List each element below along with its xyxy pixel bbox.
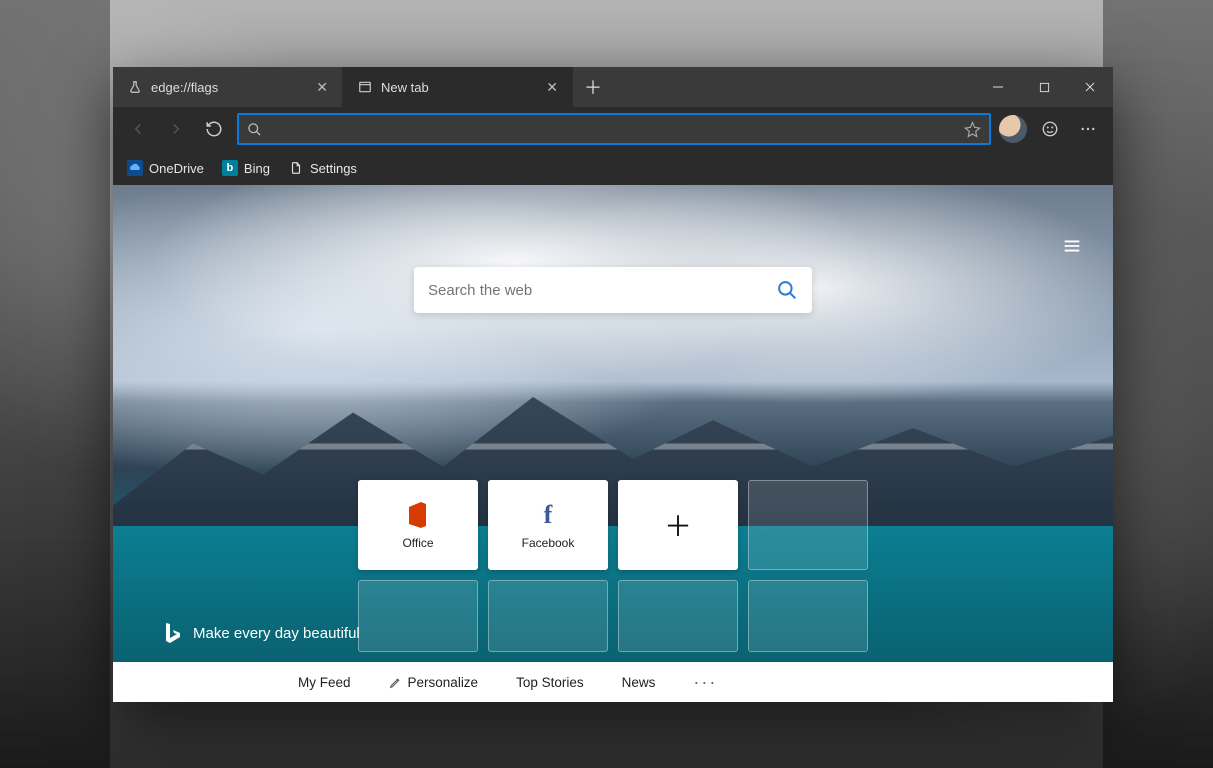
feed-label: News <box>622 675 656 690</box>
tile-placeholder[interactable] <box>488 580 608 652</box>
tile-label: Office <box>402 536 433 550</box>
favorite-star-button[interactable] <box>964 121 981 138</box>
flask-icon <box>127 79 143 95</box>
new-tab-page: Office f Facebook ＋ Make every day beaut… <box>113 185 1113 702</box>
close-tab-button[interactable]: ✕ <box>312 75 332 100</box>
search-icon[interactable] <box>776 279 798 301</box>
tile-office[interactable]: Office <box>358 480 478 570</box>
tab-bar: edge://flags ✕ New tab ✕ ＋ <box>113 67 1113 107</box>
favorites-bar: OneDrive b Bing Settings <box>113 151 1113 185</box>
feedback-button[interactable] <box>1035 114 1065 144</box>
more-menu-button[interactable] <box>1073 114 1103 144</box>
bing-tagline[interactable]: Make every day beautiful <box>163 622 360 644</box>
tab-new-tab[interactable]: New tab ✕ <box>343 67 573 107</box>
favorite-label: Settings <box>310 161 357 176</box>
feed-tab-personalize[interactable]: Personalize <box>389 675 479 690</box>
quick-links-row-2 <box>358 580 868 652</box>
feed-more-button[interactable]: ··· <box>693 672 717 693</box>
feed-label: Personalize <box>408 675 479 690</box>
favorite-bing[interactable]: b Bing <box>222 160 270 176</box>
profile-avatar[interactable] <box>999 115 1027 143</box>
bing-icon <box>163 622 181 644</box>
tile-placeholder[interactable] <box>748 480 868 570</box>
feed-bar: My Feed Personalize Top Stories News ··· <box>113 662 1113 702</box>
maximize-button[interactable] <box>1021 67 1067 107</box>
feed-label: Top Stories <box>516 675 584 690</box>
search-icon <box>247 122 262 137</box>
feed-tab-top-stories[interactable]: Top Stories <box>516 675 584 690</box>
plus-icon: ＋ <box>664 510 692 540</box>
tile-facebook[interactable]: f Facebook <box>488 480 608 570</box>
favorite-label: Bing <box>244 161 270 176</box>
pencil-icon <box>389 676 402 689</box>
facebook-icon: f <box>544 500 553 530</box>
bing-tagline-text: Make every day beautiful <box>193 625 360 642</box>
address-bar[interactable] <box>237 113 991 145</box>
web-search-input[interactable] <box>428 282 776 299</box>
tab-label: edge://flags <box>151 80 218 95</box>
quick-links-row-1: Office f Facebook ＋ <box>358 480 868 570</box>
feed-tab-my-feed[interactable]: My Feed <box>298 675 351 690</box>
close-window-button[interactable] <box>1067 67 1113 107</box>
page-icon <box>288 160 304 176</box>
feed-label: My Feed <box>298 675 351 690</box>
office-icon <box>406 500 430 530</box>
web-search-box[interactable] <box>414 267 812 313</box>
favorite-label: OneDrive <box>149 161 204 176</box>
navigation-bar <box>113 107 1113 151</box>
back-button[interactable] <box>123 114 153 144</box>
tile-placeholder[interactable] <box>618 580 738 652</box>
forward-button[interactable] <box>161 114 191 144</box>
tab-edge-flags[interactable]: edge://flags ✕ <box>113 67 343 107</box>
minimize-button[interactable] <box>975 67 1021 107</box>
tile-placeholder[interactable] <box>358 580 478 652</box>
tile-label: Facebook <box>522 536 575 550</box>
refresh-button[interactable] <box>199 114 229 144</box>
onedrive-icon <box>127 160 143 176</box>
browser-window: edge://flags ✕ New tab ✕ ＋ <box>113 67 1113 702</box>
favorite-onedrive[interactable]: OneDrive <box>127 160 204 176</box>
add-tile-button[interactable]: ＋ <box>618 480 738 570</box>
tab-label: New tab <box>381 80 429 95</box>
page-icon <box>357 79 373 95</box>
window-controls <box>975 67 1113 107</box>
address-input[interactable] <box>270 121 956 137</box>
feed-tab-news[interactable]: News <box>622 675 656 690</box>
bing-icon: b <box>222 160 238 176</box>
new-tab-button[interactable]: ＋ <box>573 67 613 107</box>
favorite-settings[interactable]: Settings <box>288 160 357 176</box>
close-tab-button[interactable]: ✕ <box>542 75 562 100</box>
page-settings-button[interactable] <box>1061 235 1083 257</box>
tile-placeholder[interactable] <box>748 580 868 652</box>
